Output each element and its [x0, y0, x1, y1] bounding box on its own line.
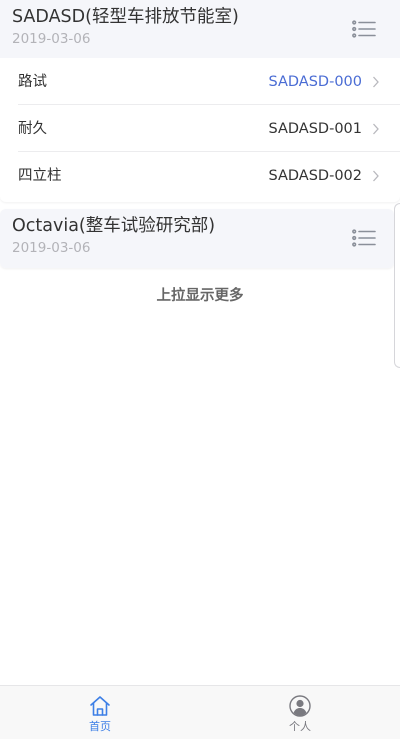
list-icon[interactable] — [352, 20, 376, 38]
item-value: SADASD-000 — [268, 74, 363, 90]
group-date: 2019-03-06 — [12, 31, 91, 47]
item-value: SADASD-001 — [268, 121, 363, 137]
item-label: 四立柱 — [18, 168, 62, 184]
item-label: 耐久 — [18, 121, 47, 137]
item-label: 路试 — [18, 74, 47, 90]
group-card-2: Octavia(整车试验研究部) 2019-03-06 — [0, 209, 394, 268]
user-icon — [289, 695, 311, 717]
list-item[interactable]: 四立柱 SADASD-002 — [18, 152, 400, 199]
group-title: SADASD(轻型车排放节能室) — [12, 7, 239, 27]
group-title: Octavia(整车试验研究部) — [12, 216, 216, 236]
chevron-right-icon — [373, 170, 379, 182]
list-item[interactable]: 路试 SADASD-000 — [18, 58, 400, 105]
chevron-right-icon — [373, 123, 379, 135]
item-value: SADASD-002 — [268, 168, 363, 184]
tab-home[interactable]: 首页 — [0, 686, 200, 740]
tab-profile[interactable]: 个人 — [200, 686, 400, 740]
group-header[interactable]: SADASD(轻型车排放节能室) 2019-03-06 — [0, 0, 400, 58]
load-more-hint: 上拉显示更多 — [156, 288, 244, 304]
group-date: 2019-03-06 — [12, 240, 91, 256]
list-icon[interactable] — [352, 229, 376, 247]
list-item[interactable]: 耐久 SADASD-001 — [18, 105, 400, 152]
tab-bar: 首页 个人 — [0, 685, 400, 739]
home-icon — [90, 696, 110, 716]
chevron-right-icon — [373, 76, 379, 88]
tab-profile-label: 个人 — [289, 720, 311, 733]
group-header[interactable]: Octavia(整车试验研究部) 2019-03-06 — [0, 209, 394, 268]
item-list: 路试 SADASD-000 耐久 SADASD-001 四立柱 SADASD-0… — [0, 58, 400, 199]
tab-home-label: 首页 — [89, 720, 111, 733]
group-card-1: SADASD(轻型车排放节能室) 2019-03-06 路试 SADASD-00… — [0, 0, 400, 202]
